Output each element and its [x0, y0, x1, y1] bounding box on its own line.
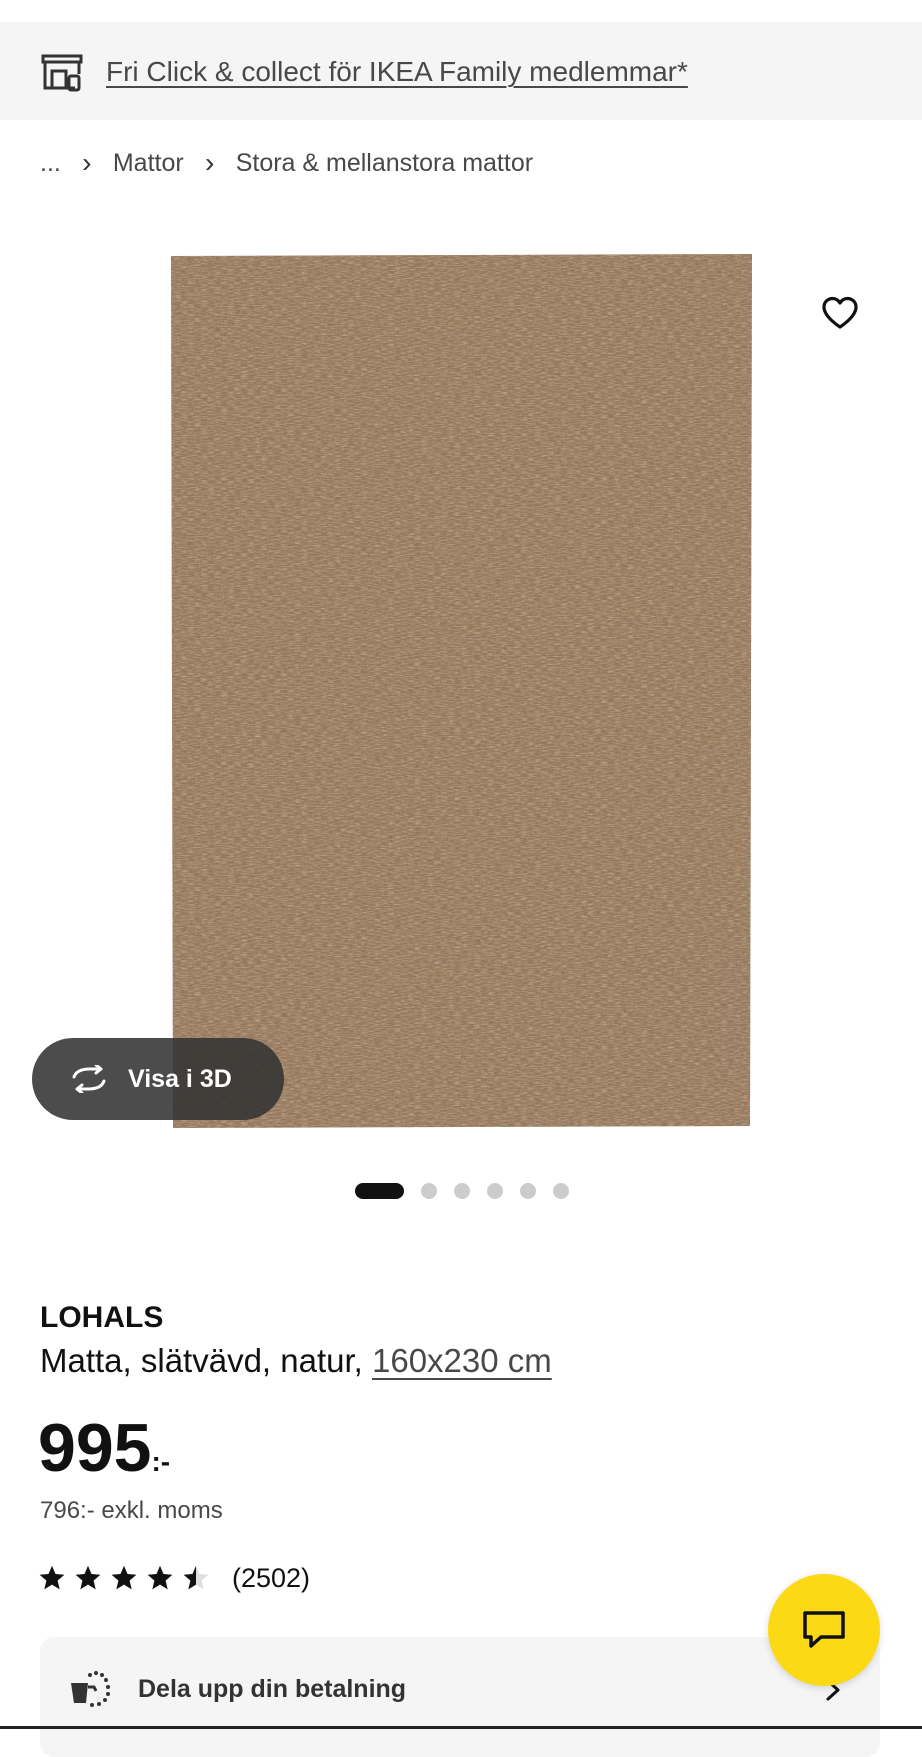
breadcrumb-ellipsis[interactable]: ...: [40, 145, 61, 181]
star-half-icon: [183, 1565, 209, 1590]
price-excl-vat: 796:- exkl. moms: [40, 1497, 223, 1524]
favorite-button[interactable]: [815, 288, 865, 338]
chat-button[interactable]: [768, 1574, 880, 1686]
breadcrumb: ... › Mattor › Stora & mellanstora matto…: [40, 145, 533, 181]
breadcrumb-item-mattor[interactable]: Mattor: [113, 145, 184, 181]
carousel-dot[interactable]: [487, 1183, 503, 1199]
view-3d-label: Visa i 3D: [128, 1064, 232, 1093]
breadcrumb-separator-icon: ›: [82, 147, 92, 178]
price-suffix: :-: [151, 1446, 171, 1477]
carousel-pagination: [355, 1183, 586, 1199]
carousel-dot[interactable]: [454, 1183, 470, 1199]
carousel-dot[interactable]: [355, 1183, 404, 1199]
product-description-text: Matta, slätvävd, natur,: [40, 1342, 372, 1379]
product-name: LOHALS: [40, 1301, 164, 1334]
star-full-icon: [111, 1565, 137, 1590]
product-description: Matta, slätvävd, natur, 160x230 cm: [40, 1339, 552, 1383]
size-link[interactable]: 160x230 cm: [372, 1342, 552, 1379]
carousel-dot[interactable]: [520, 1183, 536, 1199]
heart-icon: [822, 296, 858, 329]
promo-banner: Fri Click & collect för IKEA Family medl…: [0, 22, 922, 120]
star-full-icon: [147, 1565, 173, 1590]
review-count: (2502): [232, 1563, 311, 1593]
breadcrumb-separator-icon: ›: [205, 147, 215, 178]
rotate-3d-icon: [72, 1065, 106, 1093]
price: 995 :-: [38, 1408, 170, 1488]
carousel-dot[interactable]: [421, 1183, 437, 1199]
split-payment-icon: [71, 1671, 110, 1707]
rating[interactable]: (2502): [38, 1560, 310, 1596]
rating-stars: [38, 1564, 218, 1592]
store-pickup-icon: [41, 54, 83, 92]
split-payment-card[interactable]: Dela upp din betalning: [40, 1637, 880, 1757]
jute-rug-product-image[interactable]: [168, 252, 754, 1130]
price-amount: 995: [38, 1410, 152, 1486]
split-payment-label: Dela upp din betalning: [138, 1675, 407, 1703]
click-collect-link[interactable]: Fri Click & collect för IKEA Family medl…: [106, 52, 688, 92]
carousel-dot[interactable]: [553, 1183, 569, 1199]
star-full-icon: [75, 1565, 101, 1590]
breadcrumb-item-stora-mattor[interactable]: Stora & mellanstora mattor: [236, 145, 533, 181]
star-full-icon: [39, 1565, 65, 1590]
view-3d-button[interactable]: Visa i 3D: [32, 1038, 284, 1120]
chat-bubble-icon: [803, 1611, 845, 1648]
